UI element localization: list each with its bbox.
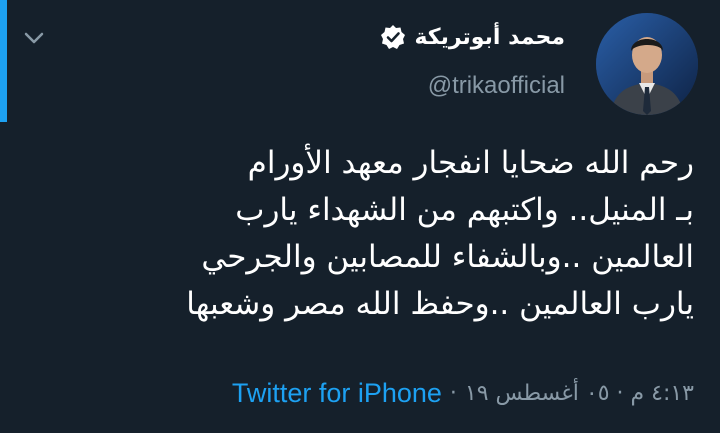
tweet-timestamp[interactable]: ٤:١٣ م · ٠٥ أغسطس ١٩ bbox=[465, 381, 694, 406]
selected-tweet-indicator bbox=[0, 0, 7, 122]
meta-separator: · bbox=[449, 381, 457, 406]
tweet-text-line: العالمين ..وبالشفاء للمصابين والجرحي bbox=[201, 239, 694, 275]
chevron-down-icon[interactable] bbox=[22, 26, 46, 50]
tweet-text: رحم الله ضحايا انفجار معهد الأورام بـ الم… bbox=[14, 140, 694, 328]
name-row: محمد أبوتريكة bbox=[380, 20, 565, 54]
tweet-header: محمد أبوتريكة @trikaofficial bbox=[380, 20, 565, 100]
source-link[interactable]: Twitter for iPhone bbox=[232, 378, 442, 409]
verified-badge-icon bbox=[380, 24, 406, 50]
display-name[interactable]: محمد أبوتريكة bbox=[414, 25, 565, 50]
tweet-text-line: يارب العالمين ..وحفظ الله مصر وشعبها bbox=[186, 286, 694, 322]
avatar[interactable] bbox=[596, 13, 698, 115]
user-handle[interactable]: @trikaofficial bbox=[380, 72, 565, 100]
tweet-text-line: رحم الله ضحايا انفجار معهد الأورام bbox=[247, 145, 694, 181]
tweet-meta: ٤:١٣ م · ٠٥ أغسطس ١٩ · Twitter for iPhon… bbox=[232, 378, 694, 409]
tweet-text-line: بـ المنيل.. واكتبهم من الشهداء يارب bbox=[235, 192, 694, 228]
